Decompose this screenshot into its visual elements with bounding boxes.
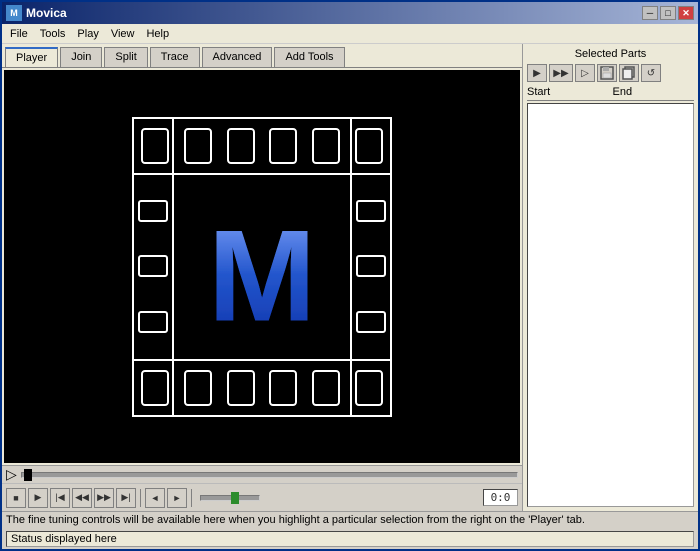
menu-file[interactable]: File xyxy=(4,26,34,42)
parts-export-btn[interactable]: ▷ xyxy=(575,64,595,82)
main-window: M Movica ─ □ ✕ File Tools Play View Help… xyxy=(0,0,700,551)
window-title: Movica xyxy=(26,6,642,20)
film-perf xyxy=(227,370,255,406)
parts-content xyxy=(527,103,694,507)
tab-content: M M ▷ xyxy=(2,67,522,511)
controls-bar: ■ ▶ |◀ ◀◀ ▶▶ ▶| ◄ ► 0:0 xyxy=(2,483,522,511)
parts-play-btn[interactable]: ▶ xyxy=(527,64,547,82)
film-logo: M M xyxy=(132,117,392,417)
volume-track[interactable] xyxy=(200,495,260,501)
maximize-button[interactable]: □ xyxy=(660,6,676,20)
side-perf xyxy=(138,255,168,277)
time-display: 0:0 xyxy=(483,489,518,506)
selected-parts-title: Selected Parts xyxy=(527,48,694,60)
film-perf xyxy=(184,370,212,406)
left-panel: Player Join Split Trace Advanced Add Too… xyxy=(2,44,523,511)
forward-button[interactable]: ▶▶ xyxy=(94,488,114,508)
tab-advanced[interactable]: Advanced xyxy=(202,47,273,67)
side-perf xyxy=(138,311,168,333)
film-right-side xyxy=(350,117,392,417)
volume-thumb[interactable] xyxy=(231,492,239,504)
seek-icon: ▷ xyxy=(6,466,17,483)
side-perf xyxy=(356,311,386,333)
tab-player[interactable]: Player xyxy=(5,47,58,67)
seek-bar-area: ▷ xyxy=(2,465,522,483)
separator xyxy=(140,489,141,507)
menu-help[interactable]: Help xyxy=(140,26,175,42)
film-perf xyxy=(184,128,212,164)
side-perf xyxy=(138,200,168,222)
movica-logo-letter: M M xyxy=(182,195,342,338)
status-bar: The fine tuning controls will be availab… xyxy=(2,511,698,549)
film-perf xyxy=(269,128,297,164)
menu-play[interactable]: Play xyxy=(71,26,104,42)
tab-join[interactable]: Join xyxy=(60,47,102,67)
film-left-side xyxy=(132,117,174,417)
tab-addtools[interactable]: Add Tools xyxy=(274,47,344,67)
col-end: End xyxy=(613,86,695,98)
menu-bar: File Tools Play View Help xyxy=(2,24,698,44)
col-start: Start xyxy=(527,86,609,98)
play-button[interactable]: ▶ xyxy=(28,488,48,508)
parts-table-header: Start End xyxy=(527,86,694,101)
stop-button[interactable]: ■ xyxy=(6,488,26,508)
window-controls: ─ □ ✕ xyxy=(642,6,694,20)
seek-track[interactable] xyxy=(21,472,518,478)
rewind-start-button[interactable]: |◀ xyxy=(50,488,70,508)
tab-split[interactable]: Split xyxy=(104,47,147,67)
title-bar: M Movica ─ □ ✕ xyxy=(2,2,698,24)
mark-out-button[interactable]: ► xyxy=(167,488,187,508)
film-perf xyxy=(269,370,297,406)
tab-bar: Player Join Split Trace Advanced Add Too… xyxy=(2,44,522,67)
parts-copy-btn[interactable] xyxy=(619,64,639,82)
side-perf xyxy=(356,200,386,222)
right-panel: Selected Parts ▶ ▶▶ ▷ ↺ Sta xyxy=(523,44,698,511)
parts-play-all-btn[interactable]: ▶▶ xyxy=(549,64,573,82)
main-content: Player Join Split Trace Advanced Add Too… xyxy=(2,44,698,511)
video-player[interactable]: M M xyxy=(4,70,520,463)
parts-refresh-btn[interactable]: ↺ xyxy=(641,64,661,82)
status-bottom: Status displayed here xyxy=(6,531,694,547)
film-perf xyxy=(227,128,255,164)
status-message: The fine tuning controls will be availab… xyxy=(6,514,694,526)
menu-view[interactable]: View xyxy=(105,26,141,42)
svg-text:M: M xyxy=(208,202,316,335)
forward-end-button[interactable]: ▶| xyxy=(116,488,136,508)
film-perf xyxy=(312,128,340,164)
tab-trace[interactable]: Trace xyxy=(150,47,200,67)
app-icon: M xyxy=(6,5,22,21)
parts-save-btn[interactable] xyxy=(597,64,617,82)
minimize-button[interactable]: ─ xyxy=(642,6,658,20)
rewind-button[interactable]: ◀◀ xyxy=(72,488,92,508)
film-perf xyxy=(312,370,340,406)
seek-thumb[interactable] xyxy=(24,469,32,481)
menu-tools[interactable]: Tools xyxy=(34,26,72,42)
separator2 xyxy=(191,489,192,507)
close-button[interactable]: ✕ xyxy=(678,6,694,20)
side-perf xyxy=(356,255,386,277)
mark-in-button[interactable]: ◄ xyxy=(145,488,165,508)
parts-toolbar: ▶ ▶▶ ▷ ↺ xyxy=(527,64,694,82)
